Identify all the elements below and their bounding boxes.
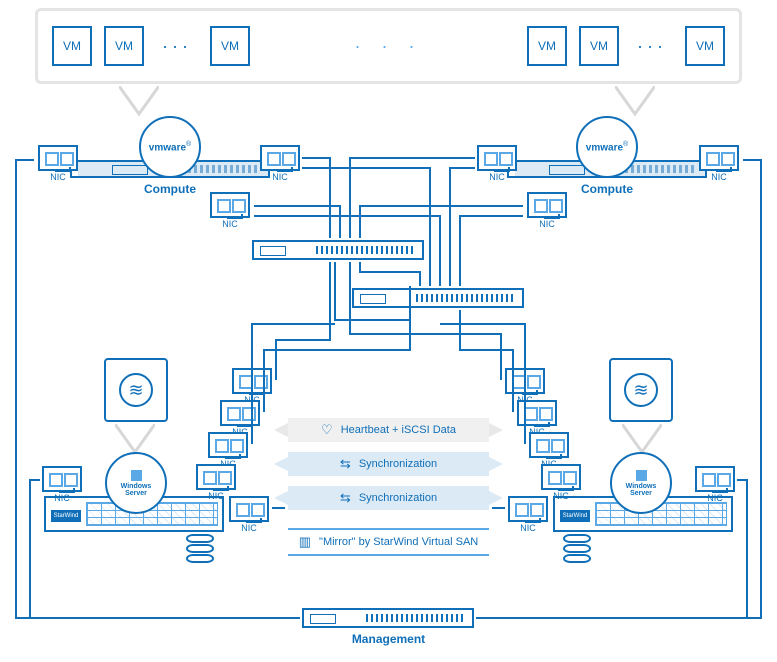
- sync-icon: ⇆: [340, 490, 351, 506]
- replication-icon: ≋: [609, 358, 673, 422]
- sync-bar: ⇆ Synchronization: [288, 452, 489, 476]
- windows-icon: [131, 470, 142, 481]
- vm-box: VM: [685, 26, 725, 66]
- compute-label: Compute: [581, 182, 633, 196]
- network-lines: [0, 0, 777, 662]
- vmware-badge: vmware®: [576, 116, 638, 178]
- chevron-down-icon: [622, 424, 662, 454]
- mirror-icon: ▥: [299, 534, 311, 550]
- windows-server-badge: WindowsServer: [610, 452, 672, 514]
- sync-bar: ⇆ Synchronization: [288, 486, 489, 510]
- chevron-down-icon: [119, 86, 159, 116]
- nic-card: NIC: [260, 145, 300, 182]
- heartbeat-label: Heartbeat + iSCSI Data: [341, 424, 456, 436]
- compute-label: Compute: [144, 182, 196, 196]
- nic-card: NIC: [508, 496, 548, 533]
- management-label: Management: [0, 632, 777, 646]
- vm-box: VM: [52, 26, 92, 66]
- vm-cloud: VM VM ··· VM · · · VM VM ··· VM: [35, 8, 742, 84]
- network-switch-icon: [352, 288, 524, 308]
- vm-group-right: VM VM ··· VM: [527, 26, 725, 66]
- chevron-down-icon: [115, 424, 155, 454]
- replication-icon: ≋: [104, 358, 168, 422]
- sync-icon: ⇆: [340, 456, 351, 472]
- architecture-diagram: VM VM ··· VM · · · VM VM ··· VM vmware® …: [0, 0, 777, 662]
- heartbeat-bar: ♡ Heartbeat + iSCSI Data: [288, 418, 489, 442]
- vmware-badge: vmware®: [139, 116, 201, 178]
- vm-box: VM: [579, 26, 619, 66]
- mirror-bar: ▥ "Mirror" by StarWind Virtual SAN: [288, 528, 489, 556]
- ellipsis-icon: ···: [631, 36, 673, 57]
- network-switch-icon: [252, 240, 424, 260]
- nic-card: NIC: [477, 145, 517, 182]
- nic-card: NIC: [38, 145, 78, 182]
- database-icon: [186, 534, 214, 563]
- compute-node-right: vmware® Compute: [507, 160, 707, 196]
- wave-icon: ≋: [624, 373, 658, 407]
- windows-icon: [636, 470, 647, 481]
- nic-card: NIC: [210, 192, 250, 229]
- sync-label: Synchronization: [359, 492, 437, 504]
- ellipsis-icon: · · ·: [250, 36, 527, 57]
- nic-card: NIC: [229, 496, 269, 533]
- nic-card: NIC: [699, 145, 739, 182]
- mirror-label: "Mirror" by StarWind Virtual SAN: [319, 536, 478, 548]
- nic-card: NIC: [527, 192, 567, 229]
- database-icon: [563, 534, 591, 563]
- management-switch-icon: [302, 608, 474, 628]
- nic-card: NIC: [695, 466, 735, 503]
- vm-box: VM: [104, 26, 144, 66]
- vm-group-left: VM VM ··· VM: [52, 26, 250, 66]
- ellipsis-icon: ···: [156, 36, 198, 57]
- chevron-down-icon: [615, 86, 655, 116]
- compute-node-left: vmware® Compute: [70, 160, 270, 196]
- windows-server-badge: WindowsServer: [105, 452, 167, 514]
- vm-box: VM: [527, 26, 567, 66]
- heart-icon: ♡: [321, 422, 333, 438]
- sync-label: Synchronization: [359, 458, 437, 470]
- vm-box: VM: [210, 26, 250, 66]
- wave-icon: ≋: [119, 373, 153, 407]
- nic-card: NIC: [42, 466, 82, 503]
